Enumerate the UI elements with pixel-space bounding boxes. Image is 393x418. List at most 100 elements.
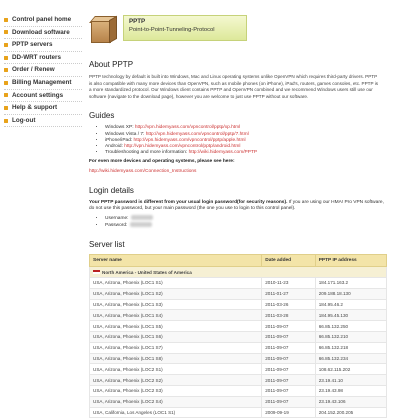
region-label: North America - United States of America	[102, 269, 192, 275]
credentials-list: Username: Password:	[89, 215, 389, 229]
region-cell: North America - United States of America	[89, 266, 387, 278]
sidebar-item-download-software[interactable]: Download software	[4, 27, 82, 40]
date-added-cell: 2011-09-07	[261, 384, 316, 397]
sidebar-item-label: Download software	[12, 28, 70, 36]
server-name-cell: USA, California, Los Angeles (LOC1 S1)	[88, 406, 263, 418]
pptp-ip-cell: 23.19.41.10	[314, 374, 388, 386]
software-box-icon	[89, 13, 117, 44]
sidebar-item-order-renew[interactable]: Order / Renew	[4, 64, 82, 77]
table-row: USA, Arizona, Phoenix (LOC1 S2) 2011-01-2…	[88, 287, 388, 300]
username-item: Username:	[105, 215, 389, 222]
server-name-cell: USA, Arizona, Phoenix (LOC2 S1)	[88, 363, 263, 376]
table-row: USA, Arizona, Phoenix (LOC1 S4) 2011-03-2…	[88, 309, 388, 322]
date-added-cell: 2011-01-27	[261, 287, 316, 300]
guide-link[interactable]: http://vpn.hidemyass.com/vpncontrol/pptp…	[124, 144, 240, 149]
sidebar-nav: Control panel home Download software PPTP …	[4, 14, 82, 128]
table-row: USA, Arizona, Phoenix (LOC1 S6) 2011-09-0…	[88, 330, 388, 343]
table-row: USA, Arizona, Phoenix (LOC1 S7) 2011-09-0…	[88, 341, 388, 354]
region-row: North America - United States of America	[89, 266, 387, 278]
pptp-ip-cell: 209.188.18.130	[314, 287, 388, 300]
server-name-cell: USA, Arizona, Phoenix (LOC1 S8)	[88, 352, 263, 365]
bullet-icon	[4, 68, 8, 73]
date-added-cell: 2011-03-26	[261, 298, 316, 311]
password-value-redacted	[130, 222, 153, 228]
guide-label: Troubleshooting and more information:	[105, 150, 188, 156]
sidebar-item-label: Control panel home	[12, 16, 72, 23]
table-row: USA, Arizona, Phoenix (LOC1 S8) 2011-09-0…	[88, 352, 388, 365]
pptp-ip-cell: 184.95.45.130	[314, 309, 388, 322]
sidebar-item-dd-wrt-routers[interactable]: DD-WRT routers	[4, 52, 82, 65]
about-text: PPTP technology by default is built into…	[89, 74, 379, 99]
guide-link[interactable]: http://wiki.hidemyass.com/PPTP	[189, 150, 258, 155]
col-date-added: Date added	[261, 254, 316, 268]
sidebar-item-billing-management[interactable]: Billing Management	[4, 77, 82, 90]
pptp-ip-cell: 66.85.132.210	[314, 330, 388, 343]
col-pptp-ip: PPTP IP address	[314, 254, 388, 268]
table-row: USA, Arizona, Phoenix (LOC1 S3) 2011-03-2…	[88, 298, 388, 311]
pptp-ip-cell: 204.152.200.205	[314, 406, 388, 418]
guide-link[interactable]: http://vpn.hidemyass.com/vpncontrol/pptp…	[146, 132, 249, 137]
banner-title: PPTP	[129, 18, 146, 25]
table-row: USA, Arizona, Phoenix (LOC2 S3) 2011-09-0…	[88, 384, 388, 397]
more-devices-link[interactable]: http://wiki.hidemyass.com/Connection_Ins…	[89, 169, 389, 175]
main-content: PPTP Point-to-Point-Tunneling-Protocol A…	[88, 8, 389, 418]
sidebar-item-control-panel-home[interactable]: Control panel home	[4, 14, 82, 27]
guide-item: Troubleshooting and more information: ht…	[105, 150, 389, 156]
server-name-cell: USA, Arizona, Phoenix (LOC1 S7)	[88, 341, 263, 354]
server-name-cell: USA, Arizona, Phoenix (LOC1 S6)	[88, 330, 263, 343]
page-banner: PPTP Point-to-Point-Tunneling-Protocol	[89, 8, 389, 48]
about-heading: About PPTP	[89, 60, 134, 69]
bullet-icon	[4, 118, 8, 123]
guide-link[interactable]: http://vpn.hidemyass.com/vpncontrol/pptp…	[134, 138, 246, 143]
date-added-cell: 2011-09-07	[261, 320, 316, 332]
server-name-cell: USA, Arizona, Phoenix (LOC2 S4)	[88, 395, 263, 408]
username-label: Username:	[105, 215, 129, 221]
sidebar-item-label: Billing Management	[12, 78, 72, 86]
bullet-icon	[4, 93, 8, 98]
date-added-cell: 2011-09-07	[261, 352, 316, 365]
guides-list: Windows XP: http://vpn.hidemyass.com/vpn…	[89, 125, 389, 156]
date-added-cell: 2011-09-07	[261, 374, 316, 386]
pptp-ip-cell: 184.95.46.2	[314, 298, 388, 311]
more-devices-text: For even more devices and operating syst…	[89, 159, 235, 165]
date-added-cell: 2011-09-07	[261, 341, 316, 354]
date-added-cell: 2010-11-23	[261, 276, 316, 289]
pptp-ip-cell: 66.85.132.250	[314, 320, 388, 332]
pptp-ip-cell: 184.171.163.2	[314, 276, 388, 289]
guide-label: iPhone/iPad:	[105, 137, 133, 143]
bullet-icon	[4, 80, 8, 85]
sidebar-item-help-support[interactable]: Help & support	[4, 102, 82, 115]
sidebar-item-label: DD-WRT routers	[12, 53, 61, 61]
table-row: USA, Arizona, Phoenix (LOC2 S4) 2011-09-0…	[88, 395, 388, 408]
username-value-redacted	[131, 215, 154, 221]
guides-heading: Guides	[89, 111, 115, 121]
bullet-icon	[4, 55, 8, 60]
guide-label: Windows XP:	[105, 125, 134, 131]
pptp-ip-cell: 66.85.132.234	[314, 352, 388, 365]
date-added-cell: 2011-03-28	[261, 309, 316, 322]
table-row: USA, Arizona, Phoenix (LOC1 S5) 2011-09-0…	[88, 320, 388, 332]
bullet-icon	[4, 30, 8, 35]
bullet-icon	[4, 105, 8, 110]
server-list-heading: Server list	[89, 240, 125, 250]
login-note: Your PPTP password is different from you…	[89, 200, 389, 212]
sidebar-item-log-out[interactable]: Log-out	[4, 115, 82, 128]
col-server-name: Server name	[88, 254, 263, 268]
pptp-ip-cell: 23.19.43.106	[314, 395, 388, 408]
bullet-icon	[4, 42, 8, 47]
guide-label: Windows Vista / 7:	[105, 131, 145, 137]
table-row: USA, Arizona, Phoenix (LOC1 S1) 2010-11-2…	[88, 276, 388, 289]
guide-label: Android:	[105, 143, 123, 149]
sidebar-item-account-settings[interactable]: Account settings	[4, 90, 82, 103]
login-heading: Login details	[89, 185, 134, 195]
table-row: USA, Arizona, Phoenix (LOC2 S1) 2011-09-0…	[88, 363, 388, 376]
server-name-cell: USA, Arizona, Phoenix (LOC1 S5)	[88, 320, 263, 332]
login-note-bold: Your PPTP password is different from you…	[89, 199, 288, 205]
guide-link[interactable]: http://vpn.hidemyass.com/vpncontrol/pptp…	[135, 125, 240, 130]
password-label: Password:	[105, 222, 128, 228]
server-name-cell: USA, Arizona, Phoenix (LOC1 S4)	[88, 309, 263, 322]
server-name-cell: USA, Arizona, Phoenix (LOC2 S3)	[88, 384, 263, 397]
sidebar-item-pptp-servers[interactable]: PPTP servers	[4, 39, 82, 52]
pptp-ip-cell: 66.85.132.218	[314, 341, 388, 354]
banner-title-box: PPTP Point-to-Point-Tunneling-Protocol	[123, 15, 247, 41]
